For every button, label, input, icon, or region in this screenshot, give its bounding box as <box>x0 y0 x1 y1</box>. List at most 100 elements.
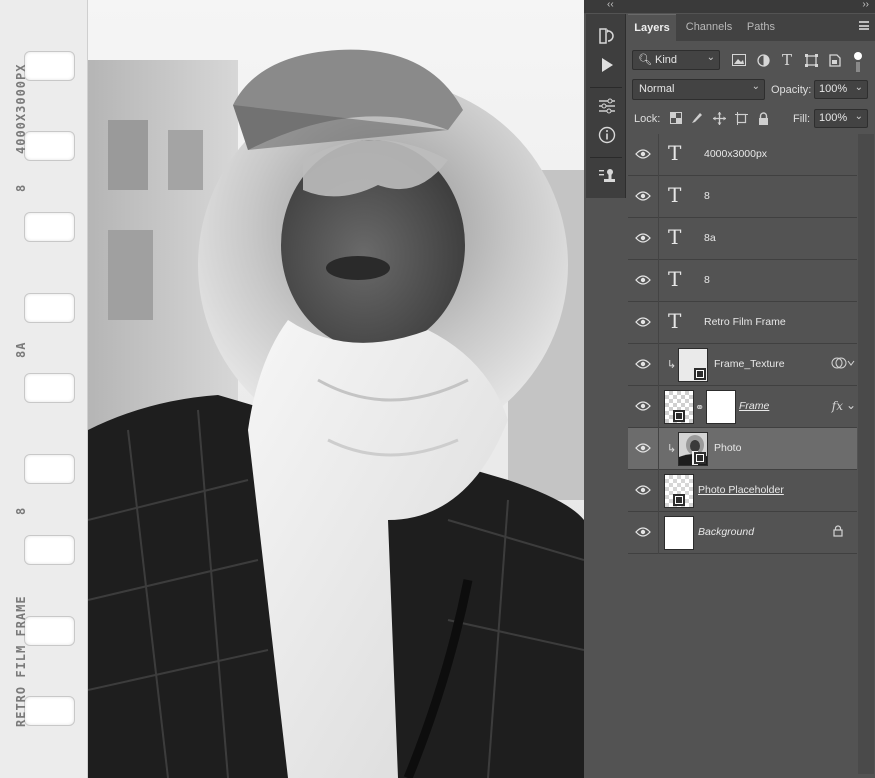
layer-filter-kind-select[interactable]: 🔍︎ Kind ⌄ <box>632 50 720 70</box>
filter-toggle-icon[interactable] <box>854 52 862 60</box>
actions-play-icon[interactable] <box>594 52 620 78</box>
visibility-eye-icon[interactable] <box>635 484 651 496</box>
layer-row[interactable]: T 8 <box>628 260 857 302</box>
panel-icon-strip <box>586 14 626 198</box>
portrait-photo <box>88 0 584 778</box>
filter-adjustment-icon[interactable] <box>755 52 771 68</box>
type-layer-icon: T <box>668 309 682 333</box>
layer-name[interactable]: Background <box>698 526 754 538</box>
blend-mode-select[interactable]: Normal ⌄ <box>632 79 765 100</box>
fx-icon[interactable]: fx <box>832 399 843 413</box>
chevron-down-icon[interactable]: ⌄ <box>855 82 863 93</box>
column-divider <box>658 512 659 554</box>
search-icon: 🔍︎ <box>638 54 652 66</box>
layer-name[interactable]: 8 <box>704 190 710 202</box>
lock-image-pixels-icon[interactable] <box>690 111 704 125</box>
clipping-arrow-icon: ↳ <box>667 443 677 455</box>
layer-thumbnail[interactable] <box>678 432 708 466</box>
history-icon[interactable] <box>594 23 620 49</box>
adjustments-icon[interactable] <box>594 93 620 119</box>
layer-thumbnail[interactable] <box>664 516 694 550</box>
filter-type-icon[interactable]: T <box>779 51 795 69</box>
layer-name[interactable]: Photo <box>714 442 741 454</box>
layer-row[interactable]: ⚭ Frame fx ⌄ <box>628 386 857 428</box>
visibility-eye-icon[interactable] <box>635 400 651 412</box>
clone-source-icon[interactable] <box>594 163 620 189</box>
layers-scrollbar[interactable] <box>858 134 874 774</box>
chevron-down-icon: ⌄ <box>706 52 715 63</box>
layer-row[interactable]: Photo Placeholder <box>628 470 857 512</box>
visibility-eye-icon[interactable] <box>635 358 651 370</box>
layer-thumbnail[interactable] <box>664 390 694 424</box>
sprocket-hole <box>24 51 75 81</box>
panel-menu-icon[interactable] <box>859 21 869 30</box>
lock-transparent-pixels-icon[interactable] <box>669 111 683 125</box>
column-divider <box>658 260 659 302</box>
layer-row[interactable]: T Retro Film Frame <box>628 302 857 344</box>
blend-mode-value: Normal <box>639 83 675 95</box>
layers-panel: Layers Channels Paths 🔍︎ Kind ⌄ T Normal <box>628 14 875 778</box>
layer-thumbnail[interactable] <box>678 348 708 382</box>
mask-link-icon[interactable]: ⚭ <box>695 401 704 414</box>
edge-label-size: 4000X3000PX <box>14 63 28 154</box>
opacity-input[interactable]: 100% ⌄ <box>814 80 868 99</box>
layer-name[interactable]: 8a <box>704 232 716 244</box>
layer-effects-options[interactable] <box>831 356 855 373</box>
panel-collapse-bar[interactable]: ‹‹ ›› <box>584 0 875 13</box>
document-canvas[interactable]: 4000X3000PX 8 8A 8 RETRO FILM FRAME <box>0 0 584 778</box>
layer-name[interactable]: 8 <box>704 274 710 286</box>
lock-artboard-icon[interactable] <box>734 111 748 125</box>
column-divider <box>658 386 659 428</box>
visibility-eye-icon[interactable] <box>635 316 651 328</box>
sprocket-hole <box>24 293 75 323</box>
filter-shape-icon[interactable] <box>803 52 819 68</box>
lock-all-icon[interactable] <box>756 111 770 125</box>
clipping-arrow-icon: ↳ <box>667 359 677 371</box>
fill-input[interactable]: 100% ⌄ <box>814 109 868 128</box>
layer-name[interactable]: Photo Placeholder <box>698 484 784 496</box>
layer-row[interactable]: T 8a <box>628 218 857 260</box>
visibility-eye-icon[interactable] <box>635 274 651 286</box>
tab-paths[interactable]: Paths <box>742 14 780 41</box>
layer-mask-thumbnail[interactable] <box>706 390 736 424</box>
sprocket-hole <box>24 454 75 484</box>
lock-label: Lock: <box>634 113 661 125</box>
layer-name[interactable]: Retro Film Frame <box>704 316 786 328</box>
collapse-left-icon[interactable]: ‹‹ <box>607 0 614 10</box>
layer-thumbnail[interactable] <box>664 474 694 508</box>
sprocket-hole <box>24 373 75 403</box>
layer-row[interactable]: ↳ Frame_Texture <box>628 344 857 386</box>
visibility-eye-icon[interactable] <box>635 442 651 454</box>
filter-pixel-icon[interactable] <box>731 52 747 68</box>
visibility-eye-icon[interactable] <box>635 190 651 202</box>
chevron-down-icon[interactable]: ⌄ <box>855 111 863 122</box>
smart-object-badge-icon <box>673 410 685 422</box>
visibility-eye-icon[interactable] <box>635 526 651 538</box>
layer-row[interactable]: T 8 <box>628 176 857 218</box>
fill-value: 100% <box>819 112 848 124</box>
lock-position-icon[interactable] <box>712 111 726 125</box>
visibility-eye-icon[interactable] <box>635 148 651 160</box>
tool-separator <box>590 87 622 88</box>
layer-row[interactable]: T 4000x3000px <box>628 134 857 176</box>
sprocket-hole <box>24 212 75 242</box>
column-divider <box>658 218 659 260</box>
opacity-label: Opacity: <box>771 84 812 96</box>
layer-row-selected[interactable]: ↳ Photo <box>628 428 857 470</box>
tab-channels[interactable]: Channels <box>679 14 739 41</box>
panel-tab-bar: Layers Channels Paths <box>628 14 875 41</box>
type-layer-icon: T <box>668 225 682 249</box>
sprocket-hole <box>24 696 75 726</box>
layer-row[interactable]: Background <box>628 512 857 554</box>
layer-name[interactable]: Frame_Texture <box>714 358 785 370</box>
chevron-down-icon[interactable]: ⌄ <box>846 398 856 412</box>
sprocket-hole <box>24 131 75 161</box>
info-icon[interactable] <box>594 122 620 148</box>
tab-layers[interactable]: Layers <box>628 14 676 41</box>
visibility-eye-icon[interactable] <box>635 232 651 244</box>
filter-smart-object-icon[interactable] <box>827 52 843 68</box>
layer-name[interactable]: Frame <box>739 400 769 412</box>
collapse-right-icon[interactable]: ›› <box>862 0 869 10</box>
edge-label-frame-8a: 8A <box>14 341 28 358</box>
layer-name[interactable]: 4000x3000px <box>704 148 767 160</box>
